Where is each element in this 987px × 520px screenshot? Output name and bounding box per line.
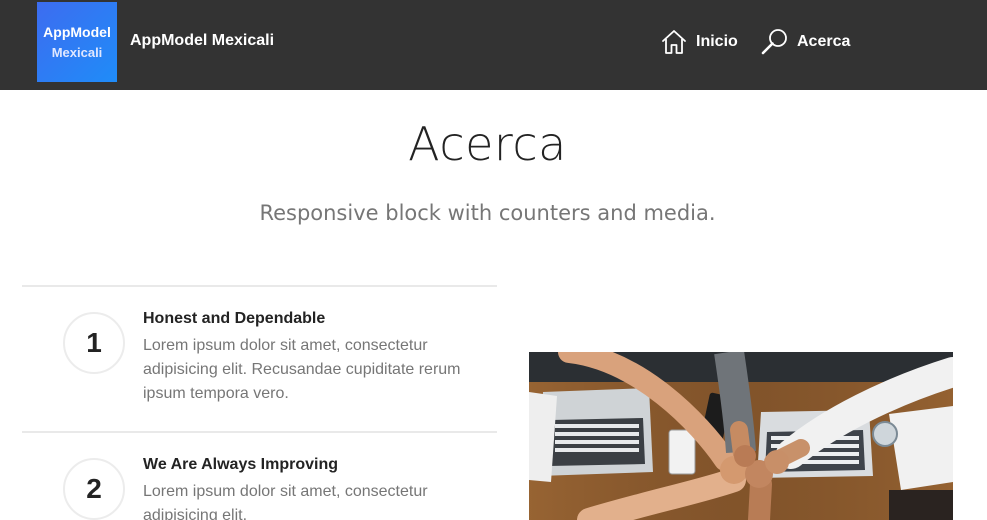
nav-link-label: Inicio	[696, 33, 738, 50]
logo-line-2: Mexicali	[51, 44, 103, 60]
page-title: Acerca	[408, 117, 567, 171]
divider	[22, 431, 497, 433]
team-photo	[529, 352, 953, 520]
logo-line-1: AppModel	[43, 23, 111, 40]
page-subtitle: Responsive block with counters and media…	[259, 201, 716, 225]
nav-link-acerca[interactable]: Acerca	[759, 27, 850, 57]
feature-text: Lorem ipsum dolor sit amet, consectetur …	[143, 483, 428, 520]
navbar: AppModel Mexicali AppModel Mexicali Inic…	[0, 0, 987, 90]
counter-badge: 1	[63, 312, 125, 374]
brand-name[interactable]: AppModel Mexicali	[130, 31, 274, 51]
search-icon	[759, 27, 789, 57]
feature-text: Lorem ipsum dolor sit amet, consectetur …	[143, 337, 461, 402]
nav-link-inicio[interactable]: Inicio	[660, 27, 738, 57]
home-icon	[660, 28, 688, 56]
counter-badge: 2	[63, 458, 125, 520]
feature-title: We Are Always Improving	[143, 456, 339, 473]
logo[interactable]: AppModel Mexicali	[37, 2, 117, 82]
divider	[22, 285, 497, 287]
nav-link-label: Acerca	[797, 33, 851, 50]
feature-title: Honest and Dependable	[143, 310, 326, 327]
